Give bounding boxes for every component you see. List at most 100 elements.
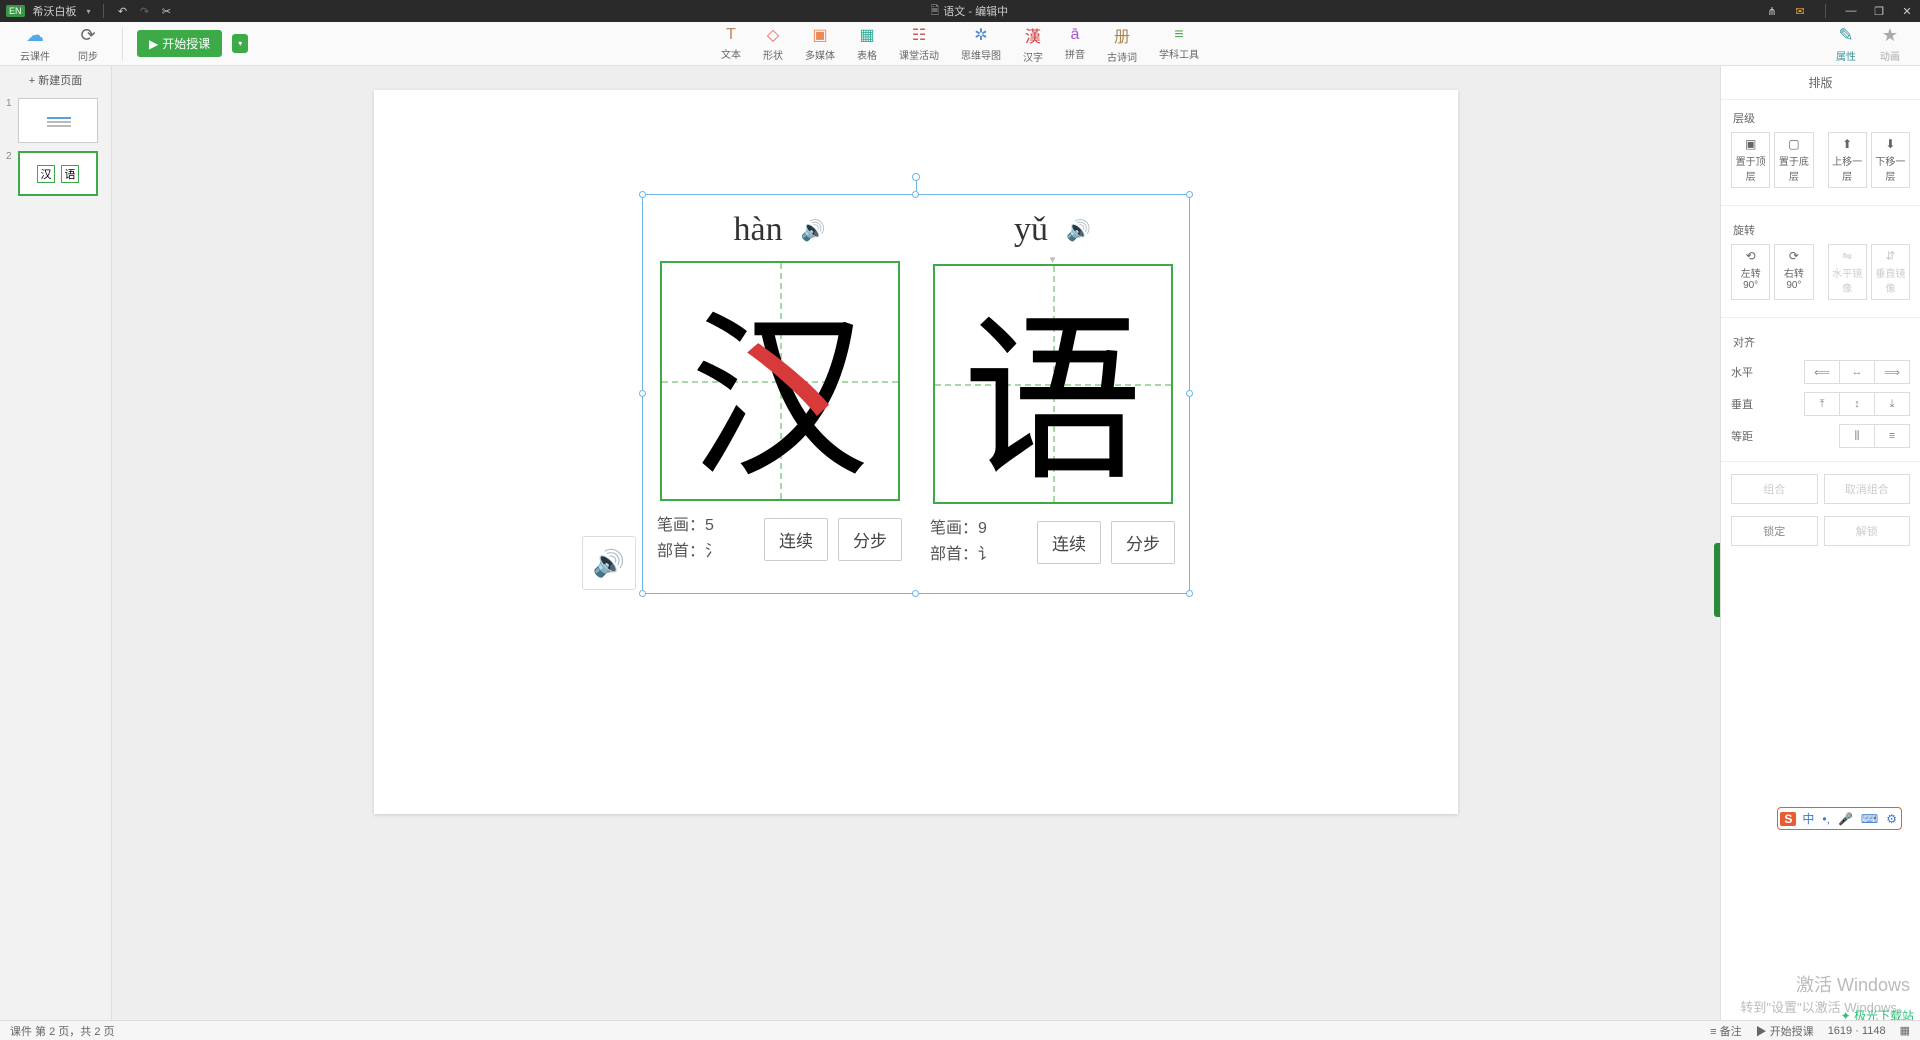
tool-poem[interactable]: 册古诗词 (1097, 21, 1147, 66)
rotate-left-icon: ⟲ (1746, 249, 1756, 263)
pinyin-audio-button[interactable]: 🔊 (1066, 218, 1091, 243)
align-center-h-button[interactable]: ↔ (1839, 360, 1875, 384)
ime-keyboard-icon[interactable]: ⌨ (1859, 812, 1880, 826)
tool-mindmap[interactable]: ✲思维导图 (951, 23, 1011, 64)
tool-pinyin[interactable]: ā拼音 (1055, 24, 1095, 63)
ime-punct-button[interactable]: •, (1820, 812, 1832, 826)
text-icon: T (726, 26, 736, 44)
side-tab-handle[interactable] (1714, 543, 1720, 617)
canvas-area[interactable]: 🔊 (112, 66, 1720, 1020)
layout-tab-label[interactable]: 排版 (1721, 66, 1920, 100)
align-right-button[interactable]: ⟹ (1874, 360, 1910, 384)
lang-badge[interactable]: EN (6, 5, 25, 17)
rotate-right-button[interactable]: ⟳右转 90° (1774, 244, 1813, 300)
animation-label: 动画 (1880, 48, 1900, 63)
rotate-left-button[interactable]: ⟲左转 90° (1731, 244, 1770, 300)
ime-logo-icon[interactable]: S (1780, 812, 1796, 826)
align-top-button[interactable]: ⤒ (1804, 392, 1840, 416)
tool-text-label: 文本 (721, 46, 741, 61)
big-audio-button[interactable]: 🔊 (582, 536, 636, 590)
tool-shape[interactable]: ◇形状 (753, 23, 793, 64)
distribute-label: 等距 (1731, 428, 1771, 444)
char-box-1[interactable]: 汉 丶 (660, 261, 900, 501)
label: 置于顶层 (1732, 153, 1769, 183)
ime-toolbar[interactable]: S 中 •, 🎤 ⌨ ⚙ (1777, 807, 1902, 830)
resize-handle[interactable] (912, 191, 919, 198)
continuous-button[interactable]: 连续 (1037, 521, 1101, 564)
resize-handle[interactable] (639, 191, 646, 198)
align-left-button[interactable]: ⟸ (1804, 360, 1840, 384)
hanzi-widget-selection[interactable]: hàn 🔊 汉 丶 笔画：5 (642, 194, 1190, 594)
view-grid-icon[interactable]: ▦ (1900, 1024, 1910, 1037)
ime-settings-button[interactable]: ⚙ (1884, 812, 1899, 826)
ime-voice-button[interactable]: 🎤 (1836, 812, 1855, 826)
pinyin-audio-button[interactable]: 🔊 (801, 218, 826, 243)
animation-tab[interactable]: ★ 动画 (1870, 23, 1910, 65)
distribute-h-button[interactable]: ⫼ (1839, 424, 1875, 448)
tool-activity[interactable]: ☷课堂活动 (889, 23, 949, 64)
continuous-button[interactable]: 连续 (764, 518, 828, 561)
slide-thumbnail-2[interactable]: 汉 语 (18, 151, 98, 196)
cloud-lesson-button[interactable]: ☁ 云课件 (10, 23, 60, 65)
properties-tab[interactable]: ✎ 属性 (1826, 23, 1866, 65)
minimize-icon[interactable]: — (1844, 5, 1858, 17)
ime-lang-button[interactable]: 中 (1800, 810, 1816, 827)
bring-forward-button[interactable]: ⬆上移一层 (1828, 132, 1867, 188)
new-page-button[interactable]: + 新建页面 (0, 66, 111, 94)
sync-label: 同步 (78, 48, 98, 63)
align-bottom-button[interactable]: ⤓ (1874, 392, 1910, 416)
unlock-button[interactable]: 解锁 (1824, 516, 1911, 546)
distribute-v-button[interactable]: ≡ (1874, 424, 1910, 448)
mail-icon[interactable]: ✉ (1793, 5, 1807, 18)
tool-subject[interactable]: ≡学科工具 (1149, 24, 1209, 63)
tool-text[interactable]: T 文本 (711, 24, 751, 63)
send-backward-button[interactable]: ⬇下移一层 (1871, 132, 1910, 188)
align-middle-button[interactable]: ↕ (1839, 392, 1875, 416)
ungroup-button[interactable]: 取消组合 (1824, 474, 1911, 504)
resize-handle[interactable] (1186, 191, 1193, 198)
flip-h-icon: ⇋ (1842, 249, 1852, 263)
step-button[interactable]: 分步 (838, 518, 902, 561)
resize-handle[interactable] (639, 390, 646, 397)
send-to-back-button[interactable]: ▢置于底层 (1774, 132, 1813, 188)
char-box-2[interactable]: 语 (933, 264, 1173, 504)
rotation-handle[interactable] (912, 173, 920, 181)
separator (122, 27, 123, 61)
sync-button[interactable]: ⟳ 同步 (68, 23, 108, 65)
app-name-dropdown-icon[interactable]: ▾ (87, 7, 91, 16)
resize-handle[interactable] (1186, 390, 1193, 397)
tool-hanzi[interactable]: 漢汉字 (1013, 21, 1053, 66)
app-name[interactable]: 希沃白板 (33, 3, 77, 19)
note-icon: ≡ (1710, 1026, 1716, 1038)
bring-to-front-button[interactable]: ▣置于顶层 (1731, 132, 1770, 188)
align-vertical-label: 垂直 (1731, 396, 1771, 412)
cut-icon[interactable]: ✂ (160, 5, 174, 18)
tool-media-label: 多媒体 (805, 47, 835, 62)
document-icon: 🗎 (930, 2, 939, 21)
tool-table[interactable]: ▦表格 (847, 23, 887, 64)
redo-icon[interactable]: ↷ (138, 5, 152, 18)
slide-canvas[interactable]: 🔊 (374, 90, 1458, 814)
flip-horizontal-button[interactable]: ⇋水平镜像 (1828, 244, 1867, 300)
rotate-section-title: 旋转 (1721, 212, 1920, 244)
resize-handle[interactable] (912, 590, 919, 597)
highlighted-stroke: 丶 (700, 245, 880, 506)
layer-down-icon: ⬇ (1885, 137, 1895, 151)
start-teaching-dropdown[interactable]: ▾ (232, 34, 248, 53)
maximize-icon[interactable]: ❐ (1872, 5, 1886, 18)
share-icon[interactable]: ⋔ (1765, 5, 1779, 18)
start-teaching-status-button[interactable]: ▶ 开始授课 (1756, 1023, 1814, 1039)
step-button[interactable]: 分步 (1111, 521, 1175, 564)
flip-vertical-button[interactable]: ⇵垂直镜像 (1871, 244, 1910, 300)
notes-button[interactable]: ≡ 备注 (1710, 1023, 1741, 1039)
resize-handle[interactable] (1186, 590, 1193, 597)
tool-media[interactable]: ▣多媒体 (795, 23, 845, 64)
slide-thumbnail-1[interactable] (18, 98, 98, 143)
cloud-lesson-label: 云课件 (20, 48, 50, 63)
undo-icon[interactable]: ↶ (116, 5, 130, 18)
lock-button[interactable]: 锁定 (1731, 516, 1818, 546)
close-icon[interactable]: ✕ (1900, 5, 1914, 18)
resize-handle[interactable] (639, 590, 646, 597)
group-button[interactable]: 组合 (1731, 474, 1818, 504)
start-teaching-button[interactable]: ▶ 开始授课 (137, 30, 222, 57)
